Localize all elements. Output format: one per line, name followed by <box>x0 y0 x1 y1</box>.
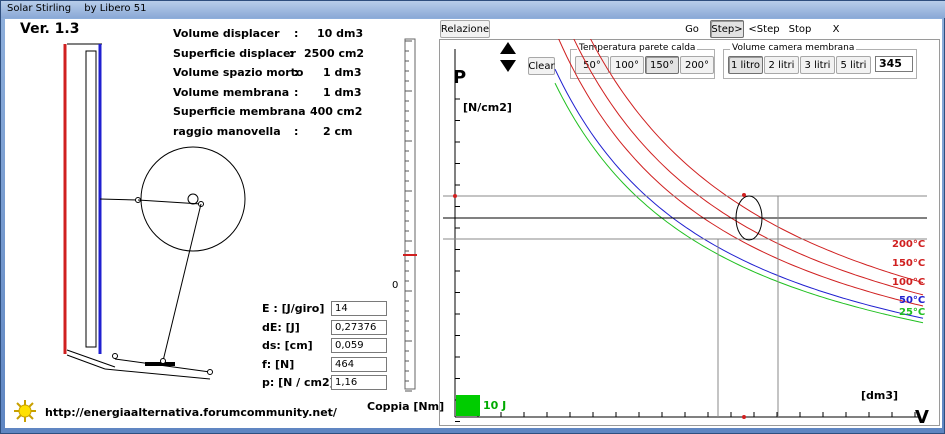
gauge-zero-label: 0 <box>392 280 399 291</box>
isotherm-label: 150°C <box>892 258 925 269</box>
crank-center <box>187 193 199 205</box>
step-back-button[interactable]: <Step <box>747 20 781 38</box>
website-link[interactable]: http://energiaalternativa.forumcommunity… <box>45 406 337 419</box>
pivot-right <box>207 369 213 375</box>
membrane-block <box>145 362 175 366</box>
connecting-rod <box>162 203 202 362</box>
p-axis-letter: P <box>453 67 466 88</box>
window-author: by Libero 51 <box>84 3 147 14</box>
readout-label: f: [N] <box>262 357 295 371</box>
close-button[interactable]: X <box>823 20 849 38</box>
isotherm-curve <box>558 39 924 307</box>
client-area: Ver. 1.3 Volume displacer:10 dm3 Superfic… <box>5 19 942 428</box>
energy-label: 10 J <box>483 399 506 412</box>
relazione-button[interactable]: Relazione <box>440 20 490 38</box>
readout-value-field[interactable]: 0,27376 <box>331 319 387 335</box>
isotherm-label: 100°C <box>892 277 925 288</box>
v-axis-letter: V <box>915 407 929 426</box>
readout-label: ds: [cm] <box>262 339 313 352</box>
isotherm-curve <box>554 68 924 319</box>
isotherm-label: 25°C <box>899 307 925 318</box>
v-axis-unit: [dm3] <box>861 389 898 402</box>
isotherm-label: 200°C <box>892 239 925 250</box>
gauge-axis-label: Coppia [Nm] <box>367 400 445 413</box>
readout-value-field[interactable]: 14 <box>331 301 387 316</box>
readout-value-field[interactable]: 1,16 <box>331 375 387 390</box>
readout-label: dE: [J] <box>262 320 300 334</box>
readout-value-field[interactable]: 464 <box>331 356 387 372</box>
base-left <box>66 349 116 368</box>
readout-label: E : [J/giro] <box>262 302 325 315</box>
energy-square <box>456 395 480 416</box>
isotherm-curve <box>573 39 924 296</box>
cycle-point <box>742 193 746 197</box>
sun-icon <box>14 400 36 422</box>
pressure-marker <box>453 194 457 198</box>
link-rod <box>99 198 139 201</box>
title-bar[interactable]: Solar Stirling by Libero 51 <box>1 1 945 18</box>
readout-value-field[interactable]: 0,059 <box>331 338 387 353</box>
app-window: Solar Stirling by Libero 51 Ver. 1.3 Vol… <box>0 0 945 434</box>
step-forward-button[interactable]: Step> <box>710 20 744 38</box>
displacer-rod <box>85 50 97 348</box>
rod-pivot <box>160 358 166 364</box>
isotherm-curve <box>590 39 924 284</box>
volume-marker <box>742 415 746 419</box>
window-title: Solar Stirling <box>7 3 72 14</box>
p-axis-unit: [N/cm2] <box>463 101 512 114</box>
stop-button[interactable]: Stop <box>785 20 815 38</box>
go-button[interactable]: Go <box>677 20 707 38</box>
pivot-left <box>112 353 118 359</box>
isotherm-label: 50°C <box>899 295 925 306</box>
readout-label: p: [N / cm2] <box>262 376 335 389</box>
torque-gauge <box>403 38 417 392</box>
base-bottom <box>104 368 211 380</box>
pv-diagram: 10 J P [N/cm2] V [dm3] 200°C 150°C 100°C 50… <box>443 39 929 426</box>
